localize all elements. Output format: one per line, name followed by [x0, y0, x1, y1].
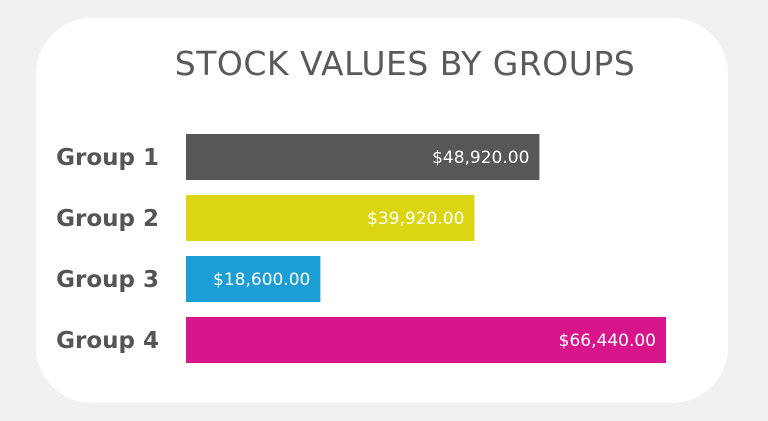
- category-label: Group 1: [56, 145, 159, 171]
- bar-chart: Group 1 $48,920.00 Group 2 $39,920.00 Group …: [56, 134, 666, 363]
- bar-value-label: $18,600.00: [213, 270, 310, 290]
- category-label: Group 4: [56, 328, 159, 354]
- category-label: Group 2: [56, 206, 159, 232]
- category-label: Group 3: [56, 267, 159, 293]
- bar-value-label: $48,920.00: [432, 148, 529, 168]
- bar-value-label: $39,920.00: [367, 209, 464, 229]
- bar-value-label: $66,440.00: [559, 331, 656, 351]
